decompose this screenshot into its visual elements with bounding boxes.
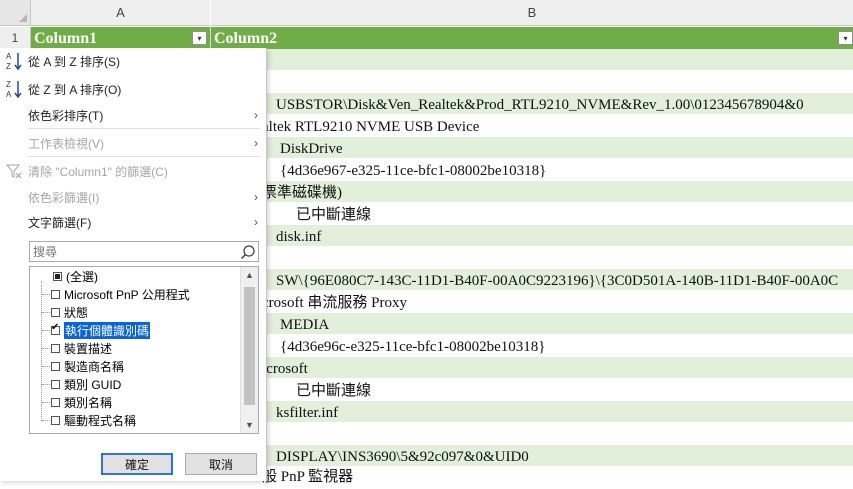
sort-by-color-label: 依色彩排序(T) xyxy=(28,108,104,123)
select-all-corner[interactable] xyxy=(0,0,31,26)
checkbox[interactable] xyxy=(51,307,60,317)
cell-value[interactable]: 已中斷連線 xyxy=(296,204,371,226)
column-header-a[interactable]: A xyxy=(31,0,210,26)
filter-search-box[interactable] xyxy=(29,241,259,262)
list-item-label: (全選) xyxy=(66,269,98,284)
list-item[interactable]: 裝置描述 xyxy=(51,339,112,357)
checkbox[interactable] xyxy=(51,397,60,407)
sort-descending-icon: ZA xyxy=(0,79,28,99)
list-item-label: Microsoft PnP 公用程式 xyxy=(64,287,190,302)
sort-z-to-a-item[interactable]: ZA 從 Z 到 A 排序(O) xyxy=(0,76,266,102)
sort-a-to-z-label: 從 A 到 Z 排序(S) xyxy=(28,54,121,69)
cell-value[interactable]: USBSTOR\Disk&Ven_Realtek&Prod_RTL9210_NV… xyxy=(276,94,804,116)
checkbox[interactable] xyxy=(51,361,60,371)
svg-text:Z: Z xyxy=(6,62,11,71)
cell-value[interactable]: altek RTL9210 NVME USB Device xyxy=(262,116,479,138)
text-filters-label: 文字篩選(F) xyxy=(28,215,92,230)
list-item[interactable]: 類別名稱 xyxy=(51,393,112,411)
checkbox[interactable] xyxy=(51,343,60,353)
cell-value[interactable]: disk.inf xyxy=(276,226,321,248)
submenu-arrow-icon: › xyxy=(254,136,258,150)
text-filters-item[interactable]: 文字篩選(F) › xyxy=(0,209,266,235)
list-item[interactable]: 狀態 xyxy=(51,303,88,321)
clear-filter-icon xyxy=(0,162,28,180)
submenu-arrow-icon: › xyxy=(254,215,258,229)
sheet-view-label: 工作表檢視(V) xyxy=(28,136,104,151)
scroll-down-icon[interactable]: ▼ xyxy=(241,417,258,433)
column-header-b[interactable]: B xyxy=(211,0,853,26)
sort-by-color-item[interactable]: 依色彩排序(T) › xyxy=(0,102,266,128)
filter-by-color-item: 依色彩篩選(I) › xyxy=(0,184,266,210)
list-scrollbar[interactable]: ▲ ▼ xyxy=(240,267,258,433)
column2-filter-button[interactable]: ▾ xyxy=(838,31,853,45)
cell-value[interactable]: {4d36e967-e325-11ce-bfc1-08002be10318} xyxy=(280,160,546,182)
list-item[interactable]: 製造商名稱 xyxy=(51,357,124,375)
header-cell-column1[interactable]: Column1 xyxy=(31,27,210,49)
svg-text:A: A xyxy=(6,90,12,99)
list-item-label: 類別 GUID xyxy=(64,377,122,392)
cell-value[interactable]: 票準磁碟機) xyxy=(262,182,342,204)
list-item-select-all[interactable]: (全選) xyxy=(53,267,98,285)
scroll-up-icon[interactable]: ▲ xyxy=(241,267,258,283)
list-item-label: 製造商名稱 xyxy=(64,359,125,374)
column1-filter-button[interactable]: ▾ xyxy=(192,31,207,45)
cell-value[interactable]: MEDIA xyxy=(280,314,329,336)
menu-separator xyxy=(28,156,260,157)
search-icon[interactable] xyxy=(240,244,256,260)
filter-value-list[interactable]: (全選) Microsoft PnP 公用程式 狀態 執行個體識別碼 裝置描述 … xyxy=(29,266,259,434)
cell-value[interactable]: icrosoft xyxy=(262,358,308,380)
cell-value[interactable]: DiskDrive xyxy=(280,138,343,160)
svg-text:A: A xyxy=(6,52,12,61)
checkbox[interactable] xyxy=(51,415,60,425)
sort-z-to-a-label: 從 Z 到 A 排序(O) xyxy=(28,82,122,97)
checkbox[interactable] xyxy=(51,379,60,389)
filter-by-color-label: 依色彩篩選(I) xyxy=(28,190,100,205)
list-item-label: 執行個體識別碼 xyxy=(64,321,151,339)
cell-value[interactable]: SW\{96E080C7-143C-11D1-B40F-00A0C9223196… xyxy=(276,270,838,292)
cell-value[interactable]: 已中斷連線 xyxy=(296,380,371,402)
list-item-label: 狀態 xyxy=(64,305,89,320)
sort-ascending-icon: AZ xyxy=(0,51,28,71)
filter-search-input[interactable] xyxy=(30,242,235,262)
svg-text:Z: Z xyxy=(6,80,11,89)
submenu-arrow-icon: › xyxy=(254,108,258,122)
cell-value[interactable]: crosoft 串流服務 Proxy xyxy=(262,292,407,314)
checkbox-checked[interactable] xyxy=(51,322,60,335)
sort-a-to-z-item[interactable]: AZ 從 A 到 Z 排序(S) xyxy=(0,48,266,74)
header-cell-column2[interactable]: Column2 xyxy=(211,27,831,49)
list-item[interactable]: Microsoft PnP 公用程式 xyxy=(51,285,190,303)
scroll-thumb[interactable] xyxy=(244,287,255,405)
list-item-selected[interactable]: 執行個體識別碼 xyxy=(51,321,151,339)
checkbox[interactable] xyxy=(51,289,60,299)
select-all-checkbox[interactable] xyxy=(53,271,62,281)
submenu-arrow-icon: › xyxy=(254,190,258,204)
list-item[interactable]: 驅動程式名稱 xyxy=(51,411,136,429)
cell-value[interactable]: 般 PnP 監視器 xyxy=(262,466,353,488)
list-item-label: 類別名稱 xyxy=(64,395,113,410)
menu-separator xyxy=(28,128,260,129)
tree-connector xyxy=(41,281,43,421)
cell-value[interactable]: DISPLAY\INS3690\5&92c097&0&UID0 xyxy=(276,446,529,468)
clear-filter-item: 清除 "Column1" 的篩選(C) xyxy=(0,158,266,184)
clear-filter-label: 清除 "Column1" 的篩選(C) xyxy=(28,164,168,179)
sheet-view-item: 工作表檢視(V) › xyxy=(0,130,266,156)
ok-button[interactable]: 確定 xyxy=(101,453,173,475)
list-item[interactable]: 類別 GUID xyxy=(51,375,121,393)
list-item-label: 驅動程式名稱 xyxy=(64,413,137,428)
list-item-label: 裝置描述 xyxy=(64,341,113,356)
cell-value[interactable]: {4d36e96c-e325-11ce-bfc1-08002be10318} xyxy=(280,336,545,358)
cancel-button[interactable]: 取消 xyxy=(185,453,257,475)
row-header-1[interactable]: 1 xyxy=(0,27,31,49)
cell-value[interactable]: ksfilter.inf xyxy=(276,402,338,424)
